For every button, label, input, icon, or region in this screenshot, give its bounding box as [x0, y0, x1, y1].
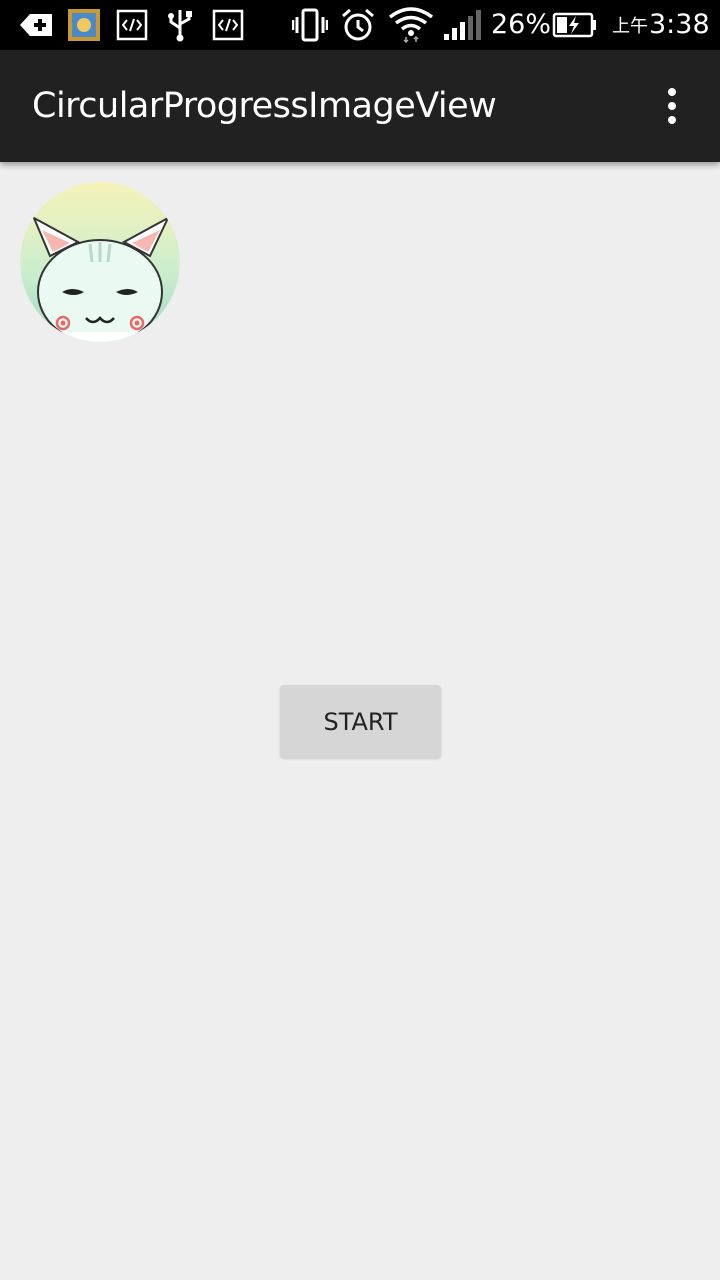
signal-icon	[442, 8, 482, 42]
menu-dot	[668, 116, 676, 124]
usb-icon	[164, 8, 196, 42]
status-bar: 26% 上午 3:38	[0, 0, 720, 50]
am-pm-label: 上午	[612, 16, 648, 37]
wifi-icon	[388, 7, 434, 43]
circular-progress-image-view[interactable]	[20, 182, 180, 342]
app-screen: 26% 上午 3:38 CircularProgressImageView ST…	[0, 0, 720, 1280]
more-vert-icon[interactable]	[652, 84, 692, 128]
start-button[interactable]: START	[280, 685, 441, 758]
code-icon	[212, 8, 244, 42]
app-notification-icon	[68, 8, 100, 42]
code-icon	[116, 8, 148, 42]
menu-dot	[668, 88, 676, 96]
clock-time: 3:38	[649, 9, 710, 40]
toolbar-title: CircularProgressImageView	[32, 86, 497, 126]
app-toolbar: CircularProgressImageView	[0, 50, 720, 162]
menu-dot	[668, 102, 676, 110]
add-box-icon	[18, 8, 54, 42]
cat-avatar-image	[20, 182, 180, 342]
battery-charging-icon	[552, 8, 598, 42]
vibrate-icon	[292, 8, 328, 42]
alarm-icon	[340, 8, 376, 42]
battery-percent: 26%	[491, 9, 552, 40]
